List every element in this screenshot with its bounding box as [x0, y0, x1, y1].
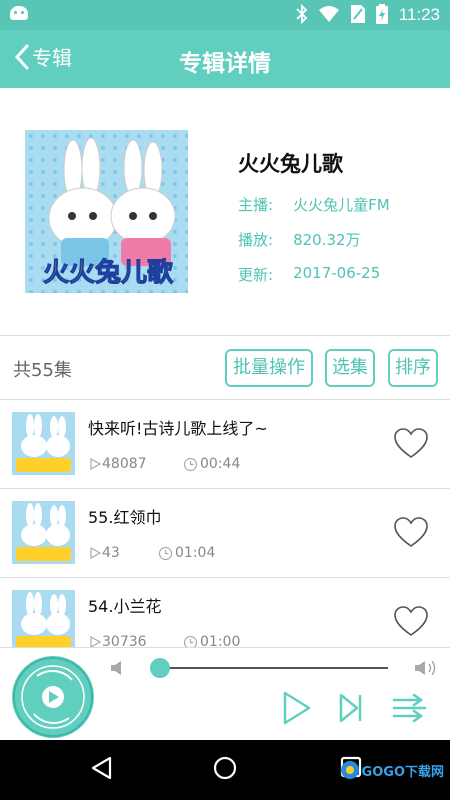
no-sim-icon	[351, 5, 365, 23]
play-count: 48087	[102, 456, 147, 472]
duration-value: 00:44	[200, 456, 241, 472]
disc-icon	[13, 657, 93, 737]
watermark: GOGO下载网	[340, 760, 444, 780]
sort-button[interactable]: 排序	[388, 349, 438, 387]
track-thumbnail	[12, 501, 75, 564]
mini-player	[0, 647, 450, 740]
clock-icon	[158, 546, 173, 560]
track-title: 快来听!古诗儿歌上线了~	[88, 419, 268, 438]
track-thumbnail	[12, 590, 75, 647]
plays-label: 播放:	[238, 231, 274, 249]
favorite-heart-icon[interactable]	[394, 517, 428, 549]
play-count-icon	[90, 546, 102, 560]
host-label: 主播:	[238, 196, 274, 214]
system-nav-bar: GOGO下载网	[0, 740, 450, 800]
clock: 11:23	[398, 5, 440, 24]
play-count: 43	[102, 545, 120, 561]
batch-operation-button[interactable]: 批量操作	[225, 349, 313, 387]
volume-high-icon	[415, 660, 436, 676]
clock-icon	[183, 635, 198, 647]
bunny-thumbnail	[12, 412, 75, 475]
app-bar: 专辑 专辑详情	[0, 30, 450, 88]
track-duration: 00:44	[183, 456, 240, 472]
episode-toolbar: 共55集 批量操作 选集 排序	[0, 336, 450, 400]
track-duration: 01:00	[183, 634, 240, 647]
clock-icon	[183, 457, 198, 471]
host-row: 主播: 火火兔儿童FM	[238, 194, 390, 215]
list-item[interactable]: 快来听!古诗儿歌上线了~ 48087 00:44	[0, 400, 450, 489]
duration-value: 01:00	[200, 634, 241, 647]
shuffle-icon[interactable]	[392, 693, 428, 723]
cover-title: 火火兔儿歌	[42, 258, 173, 289]
album-header: 火火兔儿歌 火火兔儿歌 主播: 火火兔儿童FM 播放: 820.32万 更新: …	[0, 88, 450, 336]
favorite-heart-icon[interactable]	[394, 428, 428, 460]
status-bar: 11:23	[0, 0, 450, 30]
host-value[interactable]: 火火兔儿童FM	[293, 194, 390, 215]
wifi-icon	[319, 6, 339, 22]
track-duration: 01:04	[158, 545, 215, 561]
next-track-icon[interactable]	[338, 692, 364, 724]
bunny-thumbnail	[12, 501, 75, 564]
play-count-icon	[90, 457, 102, 471]
android-icon	[10, 6, 28, 20]
track-thumbnail	[12, 412, 75, 475]
updated-label: 更新:	[238, 266, 274, 284]
updated-row: 更新: 2017-06-25	[238, 264, 390, 285]
album-name: 火火兔儿歌	[238, 152, 343, 176]
status-icons	[296, 4, 388, 24]
watermark-text: GOGO下载网	[361, 764, 444, 780]
progress-thumb[interactable]	[150, 658, 170, 678]
plays-row: 播放: 820.32万	[238, 229, 390, 250]
back-nav-icon[interactable]	[90, 756, 112, 780]
list-item[interactable]: 55.红领巾 43 01:04	[0, 489, 450, 578]
favorite-heart-icon[interactable]	[394, 606, 428, 638]
updated-value: 2017-06-25	[293, 264, 381, 282]
track-title: 54.小兰花	[88, 597, 162, 616]
play-count-icon	[90, 635, 102, 647]
album-disc[interactable]	[12, 656, 94, 738]
play-icon[interactable]	[282, 690, 312, 726]
bunny-thumbnail	[12, 590, 75, 647]
track-meta: 30736 01:00	[88, 634, 240, 647]
progress-track[interactable]	[152, 667, 388, 669]
episode-count: 共55集	[13, 360, 72, 381]
duration-value: 01:04	[175, 545, 216, 561]
play-count: 30736	[102, 634, 147, 647]
album-cover: 火火兔儿歌	[25, 130, 188, 293]
album-info: 火火兔儿歌 主播: 火火兔儿童FM 播放: 820.32万 更新: 2017-0…	[238, 148, 390, 299]
watermark-logo-icon	[340, 761, 359, 779]
home-nav-icon[interactable]	[213, 756, 237, 780]
volume-low-icon	[111, 661, 121, 675]
select-episode-button[interactable]: 选集	[325, 349, 375, 387]
page-title: 专辑详情	[179, 51, 271, 77]
bluetooth-icon	[296, 4, 308, 24]
track-meta: 43 01:04	[88, 545, 215, 561]
list-item[interactable]: 54.小兰花 30736 01:00	[0, 578, 450, 647]
plays-value: 820.32万	[293, 231, 361, 249]
track-meta: 48087 00:44	[88, 456, 240, 472]
battery-icon	[376, 4, 388, 24]
track-title: 55.红领巾	[88, 508, 162, 527]
